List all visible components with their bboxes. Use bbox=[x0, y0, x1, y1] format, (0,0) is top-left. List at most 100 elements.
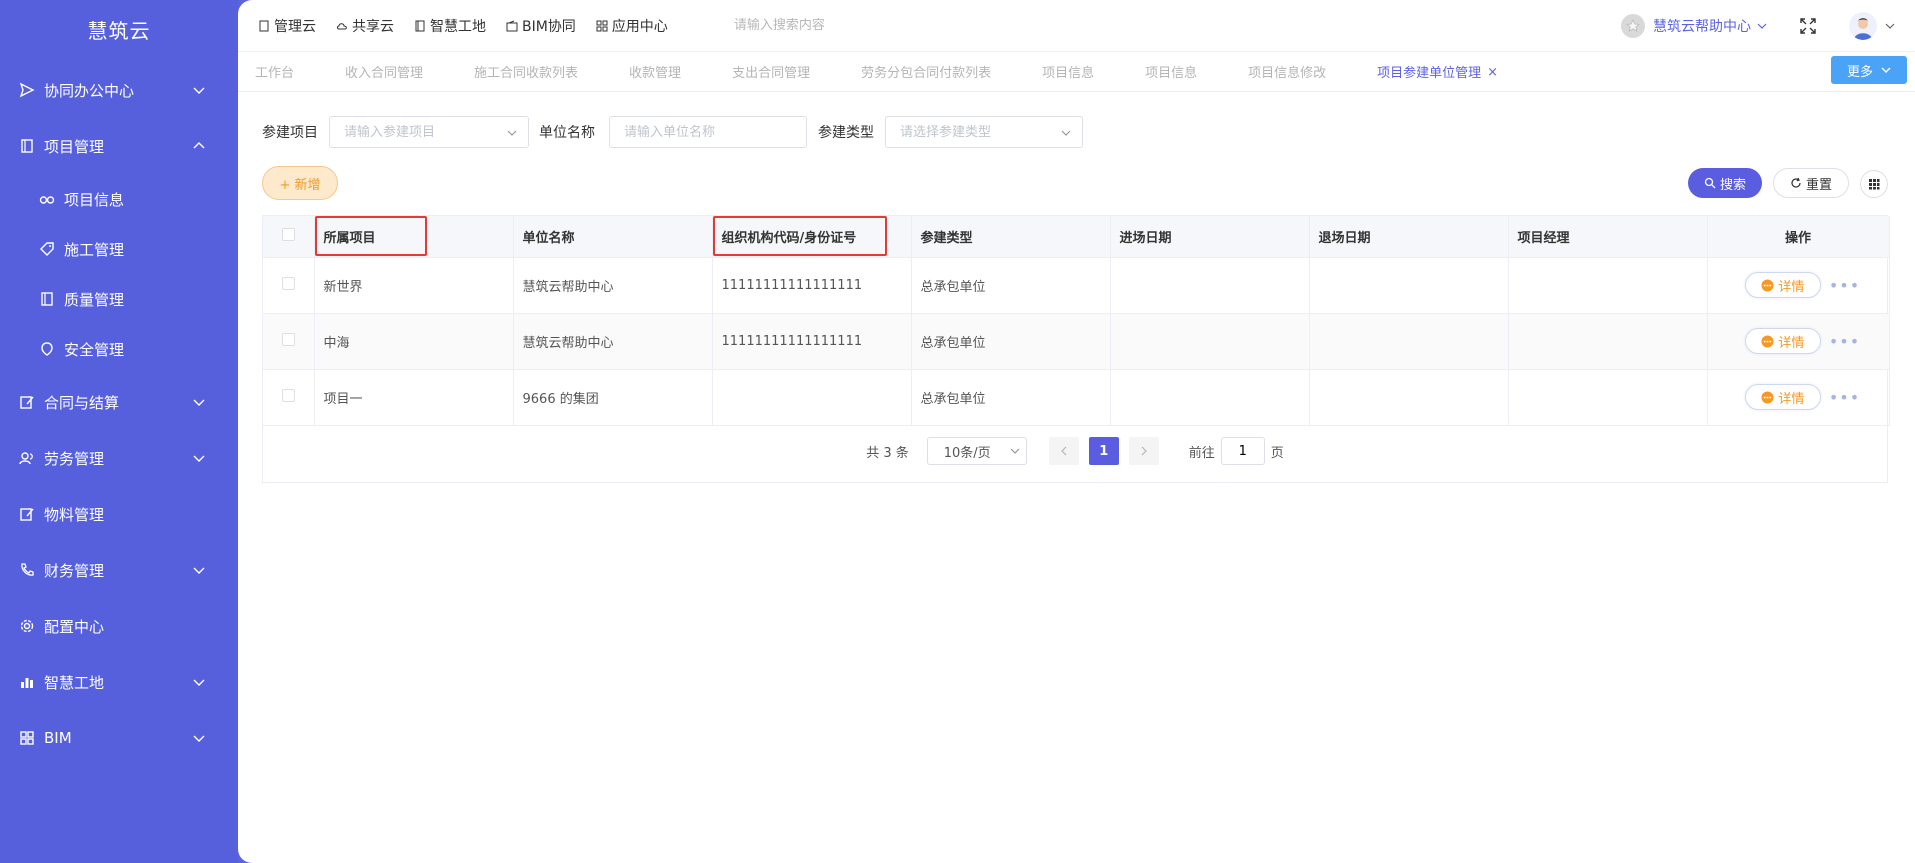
more-actions-icon[interactable]: ••• bbox=[1829, 388, 1860, 407]
help-center-link[interactable]: 慧筑云帮助中心 bbox=[1653, 16, 1751, 36]
project-filter-input[interactable] bbox=[344, 124, 514, 140]
more-circle-icon bbox=[1761, 390, 1774, 404]
fullscreen-icon[interactable] bbox=[1799, 17, 1817, 35]
add-button[interactable]: + 新增 bbox=[262, 166, 338, 200]
more-actions-icon[interactable]: ••• bbox=[1829, 276, 1860, 295]
tab-income-contract[interactable]: 收入合同管理 bbox=[345, 62, 423, 81]
sidebar-item-label: 合同与结算 bbox=[44, 393, 120, 412]
header-participation-type[interactable]: 参建类型 bbox=[911, 216, 1111, 258]
header-project-manager[interactable]: 项目经理 bbox=[1508, 216, 1708, 258]
row-checkbox[interactable] bbox=[281, 388, 295, 402]
header-entry-date[interactable]: 进场日期 bbox=[1110, 216, 1310, 258]
row-select-cell bbox=[263, 257, 315, 314]
grid-icon bbox=[18, 729, 36, 747]
detail-button[interactable]: 详情 bbox=[1744, 384, 1821, 410]
unit-filter-field[interactable] bbox=[609, 116, 807, 148]
goto-page-input[interactable] bbox=[1220, 437, 1265, 465]
sidebar-item-labor[interactable]: 劳务管理 bbox=[0, 430, 238, 486]
sidebar-item-bim[interactable]: BIM bbox=[0, 710, 238, 766]
users-icon bbox=[18, 449, 36, 467]
row-actions: 详情 ••• bbox=[1717, 328, 1889, 354]
more-label: 更多 bbox=[1846, 64, 1873, 80]
cell-unit-name: 慧筑云帮助中心 bbox=[513, 257, 713, 314]
total-count: 共 3 条 bbox=[866, 445, 909, 461]
table-row: 项目一 9666 的集团 总承包单位 详情 ••• bbox=[263, 369, 1890, 426]
sidebar-item-label: 协同办公中心 bbox=[44, 81, 135, 100]
document-icon bbox=[259, 20, 269, 31]
global-search-input[interactable] bbox=[733, 18, 994, 33]
tab-project-info-2[interactable]: 项目信息 bbox=[1145, 62, 1197, 81]
chevron-down-icon[interactable] bbox=[1885, 21, 1895, 31]
sidebar-subitem-construction[interactable]: 施工管理 bbox=[0, 224, 238, 274]
close-icon[interactable]: × bbox=[1487, 65, 1498, 80]
sidebar-item-project[interactable]: 项目管理 bbox=[0, 118, 238, 174]
tab-project-info-edit[interactable]: 项目信息修改 bbox=[1248, 62, 1326, 81]
wallet-icon bbox=[506, 20, 518, 31]
topnav-share-cloud[interactable]: 共享云 bbox=[336, 16, 394, 36]
more-circle-icon bbox=[1761, 278, 1774, 292]
user-avatar[interactable] bbox=[1849, 12, 1877, 40]
gear-icon bbox=[18, 617, 36, 635]
page-number-button[interactable]: 1 bbox=[1088, 437, 1119, 465]
tab-labor-payment[interactable]: 劳务分包合同付款列表 bbox=[861, 62, 991, 81]
sidebar-item-finance[interactable]: 财务管理 bbox=[0, 542, 238, 598]
row-checkbox[interactable] bbox=[281, 276, 295, 290]
topnav-manage-cloud[interactable]: 管理云 bbox=[258, 16, 316, 36]
page-size-value: 10条/页 bbox=[943, 445, 991, 461]
reset-button[interactable]: 重置 bbox=[1773, 168, 1849, 198]
sidebar-subitem-label: 质量管理 bbox=[64, 290, 125, 309]
sidebar-subitem-project-info[interactable]: 项目信息 bbox=[0, 174, 238, 224]
sidebar-item-collab[interactable]: 协同办公中心 bbox=[0, 62, 238, 118]
refresh-icon bbox=[1791, 177, 1801, 188]
topnav-smart-site[interactable]: 智慧工地 bbox=[414, 16, 486, 36]
star-icon bbox=[1625, 19, 1641, 32]
tab-construction-receipt[interactable]: 施工合同收款列表 bbox=[474, 62, 578, 81]
unit-filter-input[interactable] bbox=[624, 124, 792, 140]
topnav-app-center[interactable]: 应用中心 bbox=[596, 16, 668, 36]
tab-participating-units[interactable]: 项目参建单位管理 bbox=[1377, 62, 1481, 81]
cell-org-code: 11111111111111111 bbox=[712, 257, 912, 314]
select-all-checkbox[interactable] bbox=[281, 227, 295, 241]
sidebar-item-label: 劳务管理 bbox=[44, 449, 105, 468]
topnav-bim[interactable]: BIM协同 bbox=[506, 16, 576, 36]
cell-project: 中海 bbox=[314, 313, 514, 370]
chevron-down-icon[interactable] bbox=[1757, 21, 1767, 31]
chevron-down-icon bbox=[193, 455, 205, 462]
header-unit-name[interactable]: 单位名称 bbox=[513, 216, 713, 258]
project-filter-select[interactable] bbox=[329, 116, 529, 148]
sidebar-subitem-safety[interactable]: 安全管理 bbox=[0, 324, 238, 374]
tab-project-info-1[interactable]: 项目信息 bbox=[1042, 62, 1094, 81]
page-size-select[interactable]: 10条/页 bbox=[926, 437, 1027, 465]
column-settings-button[interactable] bbox=[1860, 170, 1888, 198]
type-filter-select[interactable] bbox=[885, 116, 1083, 148]
sidebar-item-label: 智慧工地 bbox=[44, 673, 105, 692]
header-exit-date[interactable]: 退场日期 bbox=[1309, 216, 1509, 258]
chevron-down-icon bbox=[1061, 130, 1071, 136]
sidebar-subitem-label: 项目信息 bbox=[64, 190, 125, 209]
detail-button[interactable]: 详情 bbox=[1744, 328, 1821, 354]
sidebar-item-contract[interactable]: 合同与结算 bbox=[0, 374, 238, 430]
search-button[interactable]: 搜索 bbox=[1688, 168, 1762, 198]
sidebar-item-config[interactable]: 配置中心 bbox=[0, 598, 238, 654]
sidebar-subitem-quality[interactable]: 质量管理 bbox=[0, 274, 238, 324]
send-icon bbox=[18, 81, 36, 99]
detail-button[interactable]: 详情 bbox=[1744, 272, 1821, 298]
tab-workbench[interactable]: 工作台 bbox=[255, 62, 294, 81]
prev-page-button[interactable] bbox=[1048, 437, 1079, 465]
tab-receipt-manage[interactable]: 收款管理 bbox=[629, 62, 681, 81]
bar-chart-icon bbox=[18, 673, 36, 691]
more-actions-icon[interactable]: ••• bbox=[1829, 332, 1860, 351]
sidebar-item-label: 项目管理 bbox=[44, 137, 105, 156]
cell-actions: 详情 ••• bbox=[1707, 369, 1890, 426]
sidebar-item-smart-site[interactable]: 智慧工地 bbox=[0, 654, 238, 710]
more-tabs-button[interactable]: 更多 bbox=[1831, 56, 1907, 84]
row-checkbox[interactable] bbox=[281, 332, 295, 346]
goto-label: 前往 bbox=[1188, 445, 1215, 461]
reset-button-label: 重置 bbox=[1805, 177, 1832, 193]
next-page-button[interactable] bbox=[1128, 437, 1159, 465]
type-filter-input[interactable] bbox=[900, 124, 1068, 140]
sidebar-item-material[interactable]: 物料管理 bbox=[0, 486, 238, 542]
tab-expense-contract[interactable]: 支出合同管理 bbox=[732, 62, 810, 81]
chevron-right-icon bbox=[1141, 446, 1147, 456]
search-icon bbox=[1704, 177, 1716, 189]
